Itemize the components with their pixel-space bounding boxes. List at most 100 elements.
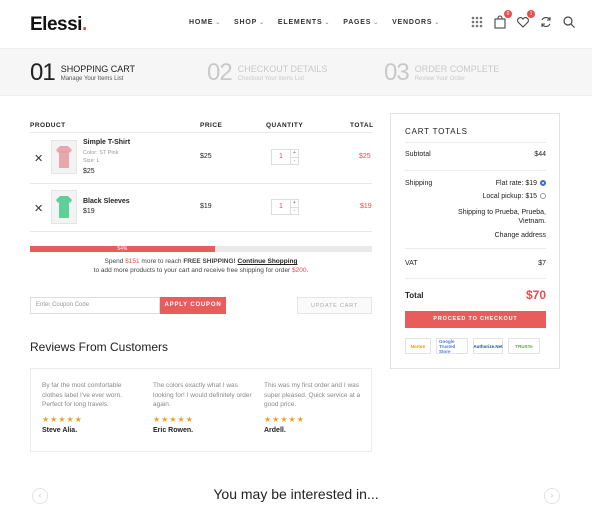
subtotal-value: $44	[534, 151, 546, 158]
norton-badge-icon: Norton	[405, 338, 431, 354]
continue-shopping-link[interactable]: Continue Shopping	[238, 258, 298, 265]
nav-item-shop[interactable]: SHOP ⌄	[234, 19, 265, 26]
plus-icon[interactable]: +	[291, 200, 298, 207]
remove-item-button[interactable]: ✕	[34, 202, 43, 215]
chevron-down-icon: ⌄	[259, 20, 265, 26]
vat-value: $7	[538, 260, 546, 267]
step-number: 01	[30, 59, 56, 86]
col-header-quantity: QUANTITY	[266, 122, 304, 129]
remove-item-button[interactable]: ✕	[34, 152, 43, 165]
step-title: CHECKOUT DETAILS	[237, 64, 328, 74]
header-icons: 0 1	[470, 10, 576, 29]
nav-label: HOME	[189, 19, 214, 26]
proceed-to-checkout-button[interactable]: PROCEED TO CHECKOUT	[405, 311, 546, 328]
step-subtitle: Review Your Order	[414, 76, 466, 82]
nav-label: ELEMENTS	[277, 19, 323, 26]
step-shopping-cart[interactable]: 01 SHOPPING CART Manage Your Items List	[30, 59, 135, 87]
chevron-down-icon: ⌄	[215, 20, 222, 26]
step-order-complete[interactable]: 03 ORDER COMPLETE Review Your Order	[384, 59, 499, 87]
review-author: Eric Rowen.	[153, 426, 194, 434]
nav-item-elements[interactable]: ELEMENTS ⌄	[278, 19, 330, 26]
divider	[405, 170, 546, 171]
refresh-icon[interactable]	[539, 15, 553, 29]
product-thumbnail[interactable]	[51, 140, 77, 174]
subtotal-label: Subtotal	[405, 151, 431, 158]
main-nav: HOME ⌄ SHOP ⌄ ELEMENTS ⌄ PAGES ⌄ VENDORS ⌄	[189, 19, 440, 26]
total-value: $70	[525, 288, 546, 302]
brand-name: Elessi	[30, 14, 82, 35]
col-header-total: TOTAL	[350, 122, 374, 129]
carousel-next-icon[interactable]: ›	[544, 488, 560, 504]
vat-label: VAT	[405, 260, 418, 267]
msg-text: to add more products to your cart and re…	[93, 267, 293, 274]
nav-label: SHOP	[234, 19, 258, 26]
msg-text: Spend	[104, 258, 126, 265]
bag-icon[interactable]: 0	[493, 10, 512, 29]
product-name[interactable]: Simple T-Shirt	[83, 139, 130, 146]
flat-rate-label: Flat rate: $19	[495, 180, 537, 187]
divider	[30, 231, 372, 232]
minus-icon[interactable]: -	[291, 157, 298, 165]
grid-icon[interactable]	[470, 15, 484, 29]
quantity-stepper[interactable]: 1 + -	[271, 199, 299, 215]
plus-icon[interactable]: +	[291, 150, 298, 157]
search-icon[interactable]	[562, 15, 576, 29]
change-address-link[interactable]: Change address	[470, 232, 546, 239]
brand-logo[interactable]: Elessi.	[30, 14, 87, 36]
nav-item-pages[interactable]: PAGES ⌄	[343, 19, 379, 26]
divider	[405, 248, 546, 249]
star-rating: ★★★★★	[42, 414, 83, 424]
quantity-value[interactable]: 1	[272, 150, 290, 164]
review-text: This was my first order and I was super …	[264, 382, 361, 408]
star-rating: ★★★★★	[153, 414, 194, 424]
chevron-down-icon: ⌄	[434, 20, 441, 26]
radio-unselected[interactable]	[540, 193, 546, 200]
review-card: The colors exactly what I was looking fo…	[153, 381, 253, 434]
col-header-product: PRODUCT	[30, 122, 66, 129]
brand-dot: .	[81, 14, 87, 35]
step-subtitle: Manage Your Items List	[60, 76, 124, 82]
product-size: Size: L	[83, 158, 100, 164]
minus-icon[interactable]: -	[291, 207, 298, 215]
product-thumbnail[interactable]	[51, 190, 77, 224]
flat-rate-option[interactable]: Flat rate: $19	[450, 180, 546, 187]
compare-badge: 0	[504, 10, 512, 18]
step-number: 03	[384, 59, 410, 86]
coupon-input[interactable]: Enter Coupon Code	[30, 297, 160, 314]
shipping-destination: Shipping to Prueba, Prueba, Vietnam.	[458, 209, 546, 225]
google-badge-icon: Google Trusted Store	[436, 338, 468, 354]
chevron-down-icon: ⌄	[373, 20, 380, 26]
product-subprice: $25	[83, 168, 95, 175]
review-text: The colors exactly what I was looking fo…	[153, 382, 252, 408]
review-author: Steve Alia.	[42, 426, 78, 434]
shipping-label: Shipping	[405, 180, 433, 187]
nav-item-home[interactable]: HOME ⌄	[189, 19, 221, 26]
nav-label: VENDORS	[392, 19, 433, 26]
local-pickup-label: Local pickup: $15	[482, 193, 537, 200]
related-products-title: You may be interested in...	[213, 486, 379, 502]
quantity-stepper[interactable]: 1 + -	[271, 149, 299, 165]
update-cart-button[interactable]: UPDATE CART	[297, 297, 372, 314]
product-name[interactable]: Black Sleeves	[83, 198, 130, 205]
msg-amount: $200	[292, 267, 307, 274]
step-checkout-details[interactable]: 02 CHECKOUT DETAILS Checkout Your Items L…	[207, 59, 327, 87]
heart-icon[interactable]: 1	[516, 10, 535, 29]
col-header-price: PRICE	[200, 122, 223, 129]
product-color: Color: ST Pink	[83, 150, 119, 156]
step-title: ORDER COMPLETE	[414, 64, 500, 74]
radio-selected[interactable]	[540, 180, 546, 187]
quantity-value[interactable]: 1	[272, 200, 290, 214]
divider	[30, 132, 372, 133]
progress-fill: 54%	[30, 246, 215, 252]
apply-coupon-button[interactable]: APPLY COUPON	[160, 297, 226, 314]
step-number: 02	[207, 59, 233, 86]
authorize-badge-icon: Authorize.Net	[473, 338, 503, 354]
review-text: By far the most comfortable clothes labe…	[42, 382, 123, 408]
review-card: By far the most comfortable clothes labe…	[42, 381, 142, 434]
local-pickup-option[interactable]: Local pickup: $15	[450, 193, 546, 200]
checkout-steps: 01 SHOPPING CART Manage Your Items List 0…	[0, 48, 592, 96]
line-total: $19	[360, 203, 372, 210]
free-shipping-message: Spend $151 more to reach FREE SHIPPING! …	[30, 257, 372, 275]
cart-totals-title: CART TOTALS	[405, 127, 468, 136]
nav-item-vendors[interactable]: VENDORS ⌄	[392, 19, 440, 26]
